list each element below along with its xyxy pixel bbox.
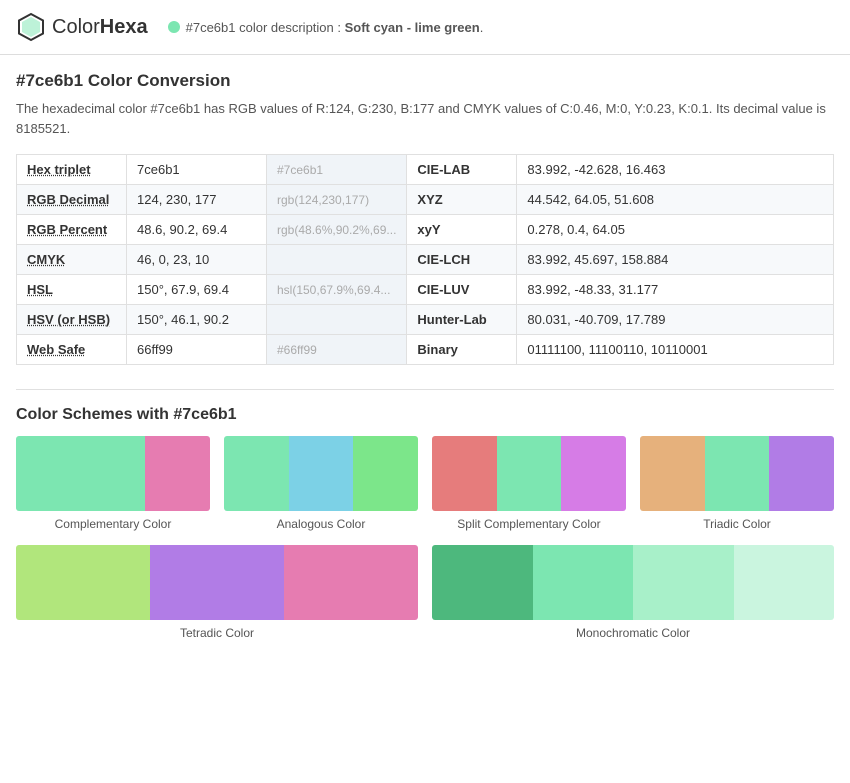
- row-preview: hsl(150,67.9%,69.4...: [267, 275, 407, 305]
- row-label: RGB Decimal: [17, 185, 127, 215]
- row-preview: rgb(124,230,177): [267, 185, 407, 215]
- swatch-color: [640, 436, 705, 511]
- scheme-label: Analogous Color: [224, 517, 418, 531]
- page-header: ColorHexa #7ce6b1 color description : So…: [0, 0, 850, 55]
- swatch-color: [145, 436, 210, 511]
- row-right-label: CIE-LCH: [407, 245, 517, 275]
- row-right-label: Binary: [407, 335, 517, 365]
- row-preview: rgb(48.6%,90.2%,69...: [267, 215, 407, 245]
- header-color-info: #7ce6b1 color description : Soft cyan - …: [168, 20, 484, 35]
- scheme-item[interactable]: Analogous Color: [224, 436, 418, 531]
- page-title: #7ce6b1 Color Conversion: [16, 71, 834, 91]
- row-label: CMYK: [17, 245, 127, 275]
- scheme-item[interactable]: Complementary Color: [16, 436, 210, 531]
- row-right-value: 01111100, 11100110, 10110001: [517, 335, 834, 365]
- row-label: HSV (or HSB): [17, 305, 127, 335]
- row-right-label: CIE-LAB: [407, 155, 517, 185]
- row-preview: [267, 305, 407, 335]
- swatch-color: [284, 545, 418, 620]
- scheme-item[interactable]: Tetradic Color: [16, 545, 418, 640]
- row-preview: [267, 245, 407, 275]
- logo-icon: [16, 12, 46, 42]
- swatch-color: [16, 436, 81, 511]
- scheme-item[interactable]: Triadic Color: [640, 436, 834, 531]
- row-label: RGB Percent: [17, 215, 127, 245]
- scheme-swatch: [16, 545, 418, 620]
- row-preview: #66ff99: [267, 335, 407, 365]
- swatch-color: [81, 436, 146, 511]
- schemes-top-grid: Complementary Color Analogous Color Split …: [16, 436, 834, 531]
- row-right-value: 83.992, 45.697, 158.884: [517, 245, 834, 275]
- intro-text: The hexadecimal color #7ce6b1 has RGB va…: [16, 99, 834, 138]
- scheme-label: Split Complementary Color: [432, 517, 626, 531]
- row-value: 66ff99: [127, 335, 267, 365]
- table-row: RGB Decimal 124, 230, 177 rgb(124,230,17…: [17, 185, 834, 215]
- row-label: HSL: [17, 275, 127, 305]
- swatch-color: [432, 545, 533, 620]
- row-value: 150°, 67.9, 69.4: [127, 275, 267, 305]
- row-value: 124, 230, 177: [127, 185, 267, 215]
- swatch-color: [705, 436, 770, 511]
- row-right-value: 80.031, -40.709, 17.789: [517, 305, 834, 335]
- swatch-color: [769, 436, 834, 511]
- logo-text: ColorHexa: [52, 16, 148, 39]
- swatch-color: [734, 545, 835, 620]
- row-right-value: 83.992, -48.33, 31.177: [517, 275, 834, 305]
- swatch-color: [224, 436, 289, 511]
- scheme-label: Triadic Color: [640, 517, 834, 531]
- table-row: HSV (or HSB) 150°, 46.1, 90.2 Hunter-Lab…: [17, 305, 834, 335]
- row-right-label: XYZ: [407, 185, 517, 215]
- table-row: Web Safe 66ff99 #66ff99 Binary 01111100,…: [17, 335, 834, 365]
- table-row: RGB Percent 48.6, 90.2, 69.4 rgb(48.6%,9…: [17, 215, 834, 245]
- swatch-color: [353, 436, 418, 511]
- row-preview: #7ce6b1: [267, 155, 407, 185]
- main-content: #7ce6b1 Color Conversion The hexadecimal…: [0, 55, 850, 656]
- row-right-value: 0.278, 0.4, 64.05: [517, 215, 834, 245]
- swatch-color: [432, 436, 497, 511]
- scheme-swatch: [224, 436, 418, 511]
- row-value: 150°, 46.1, 90.2: [127, 305, 267, 335]
- divider: [16, 389, 834, 390]
- swatch-color: [497, 436, 562, 511]
- table-row: HSL 150°, 67.9, 69.4 hsl(150,67.9%,69.4.…: [17, 275, 834, 305]
- conversion-table: Hex triplet 7ce6b1 #7ce6b1 CIE-LAB 83.99…: [16, 154, 834, 365]
- table-row: Hex triplet 7ce6b1 #7ce6b1 CIE-LAB 83.99…: [17, 155, 834, 185]
- row-value: 48.6, 90.2, 69.4: [127, 215, 267, 245]
- scheme-label: Tetradic Color: [16, 626, 418, 640]
- swatch-color: [633, 545, 734, 620]
- scheme-swatch: [432, 545, 834, 620]
- table-row: CMYK 46, 0, 23, 10 CIE-LCH 83.992, 45.69…: [17, 245, 834, 275]
- row-label: Web Safe: [17, 335, 127, 365]
- row-right-value: 44.542, 64.05, 51.608: [517, 185, 834, 215]
- header-description: #7ce6b1 color description : Soft cyan - …: [186, 20, 484, 35]
- scheme-swatch: [432, 436, 626, 511]
- scheme-swatch: [16, 436, 210, 511]
- row-value: 46, 0, 23, 10: [127, 245, 267, 275]
- scheme-item[interactable]: Monochromatic Color: [432, 545, 834, 640]
- row-right-label: xyY: [407, 215, 517, 245]
- logo-area[interactable]: ColorHexa: [16, 12, 148, 42]
- row-right-label: CIE-LUV: [407, 275, 517, 305]
- row-value: 7ce6b1: [127, 155, 267, 185]
- swatch-color: [16, 545, 150, 620]
- header-color-name: Soft cyan - lime green: [345, 20, 480, 35]
- header-desc-prefix: #7ce6b1 color description :: [186, 20, 345, 35]
- swatch-color: [561, 436, 626, 511]
- row-right-label: Hunter-Lab: [407, 305, 517, 335]
- scheme-swatch: [640, 436, 834, 511]
- row-label: Hex triplet: [17, 155, 127, 185]
- schemes-title: Color Schemes with #7ce6b1: [16, 406, 834, 424]
- scheme-label: Complementary Color: [16, 517, 210, 531]
- swatch-color: [289, 436, 354, 511]
- swatch-color: [533, 545, 634, 620]
- scheme-item[interactable]: Split Complementary Color: [432, 436, 626, 531]
- swatch-color: [150, 545, 284, 620]
- row-right-value: 83.992, -42.628, 16.463: [517, 155, 834, 185]
- schemes-bottom-grid: Tetradic Color Monochromatic Color: [16, 545, 834, 640]
- color-dot: [168, 21, 180, 33]
- scheme-label: Monochromatic Color: [432, 626, 834, 640]
